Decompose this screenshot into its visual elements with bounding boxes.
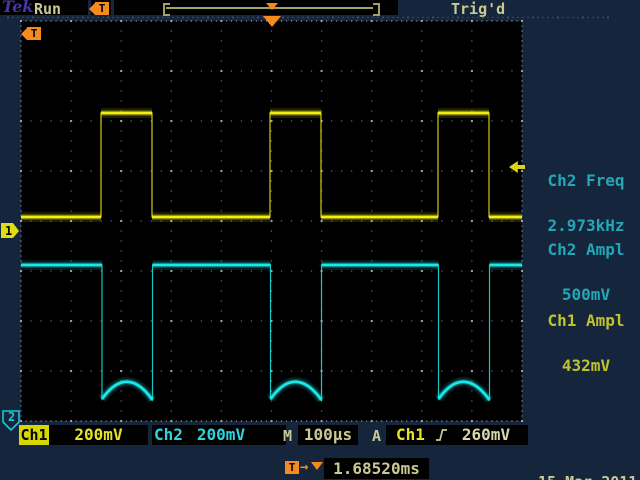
- trigger-readout: Ch1 260mV: [386, 425, 528, 445]
- trigger-source: Ch1: [396, 425, 425, 445]
- ch2-volts-per-div: 200mV: [197, 425, 245, 445]
- record-view-left-bracket-icon: [163, 3, 170, 16]
- measurement-label: Ch2 Freq: [532, 173, 640, 188]
- ch2-ground-marker: 2: [2, 410, 20, 431]
- trigger-position-marker-small-icon: [266, 3, 278, 10]
- trigger-time-t-icon: T: [285, 461, 299, 474]
- oscilloscope-screen: Tek Run Trig'd T T 1 2 Ch2 Freq 2.973kHz…: [0, 0, 640, 480]
- trigger-time-pointer-icon: [311, 462, 323, 470]
- trigger-time-value: 1.68520ms: [324, 458, 429, 479]
- graticule: [21, 21, 522, 421]
- measurement-ch1-ampl: Ch1 Ampl 432mV: [532, 283, 640, 403]
- trigger-status: Trig'd: [451, 0, 505, 18]
- ch2-scale-readout: Ch2 200mV: [152, 425, 286, 445]
- ch1-volts-per-div: 200mV: [49, 425, 148, 445]
- trigger-mode-label: A: [372, 427, 381, 445]
- datetime-readout: 15 Mar 2011 16:48:54: [538, 445, 637, 480]
- ch1-marker-label: 1: [5, 224, 12, 238]
- ch1-scale-label: Ch1: [19, 425, 49, 445]
- timebase-label: M: [283, 427, 292, 445]
- ch1-ground-marker: 1: [1, 223, 20, 239]
- graticule-trigger-t-icon: T: [27, 27, 41, 40]
- trigger-level-value: 260mV: [462, 425, 510, 445]
- trigger-position-t-icon: T: [95, 2, 109, 15]
- acquisition-status: Run: [34, 0, 61, 18]
- trigger-time-arrow-icon: →: [300, 459, 308, 475]
- tek-logo: Tek: [2, 0, 33, 16]
- measurement-label: Ch1 Ampl: [532, 313, 640, 328]
- ch2-marker-label: 2: [8, 410, 15, 424]
- record-view-right-bracket-icon: [373, 3, 380, 16]
- ch2-scale-label: Ch2: [154, 425, 183, 445]
- measurement-value: 432mV: [532, 358, 640, 373]
- measurement-label: Ch2 Ampl: [532, 242, 640, 257]
- trigger-position-marker-icon: [263, 16, 281, 27]
- date-value: 15 Mar 2011: [538, 475, 637, 480]
- timebase-value: 100µs: [298, 425, 358, 445]
- rising-edge-icon: [435, 428, 448, 442]
